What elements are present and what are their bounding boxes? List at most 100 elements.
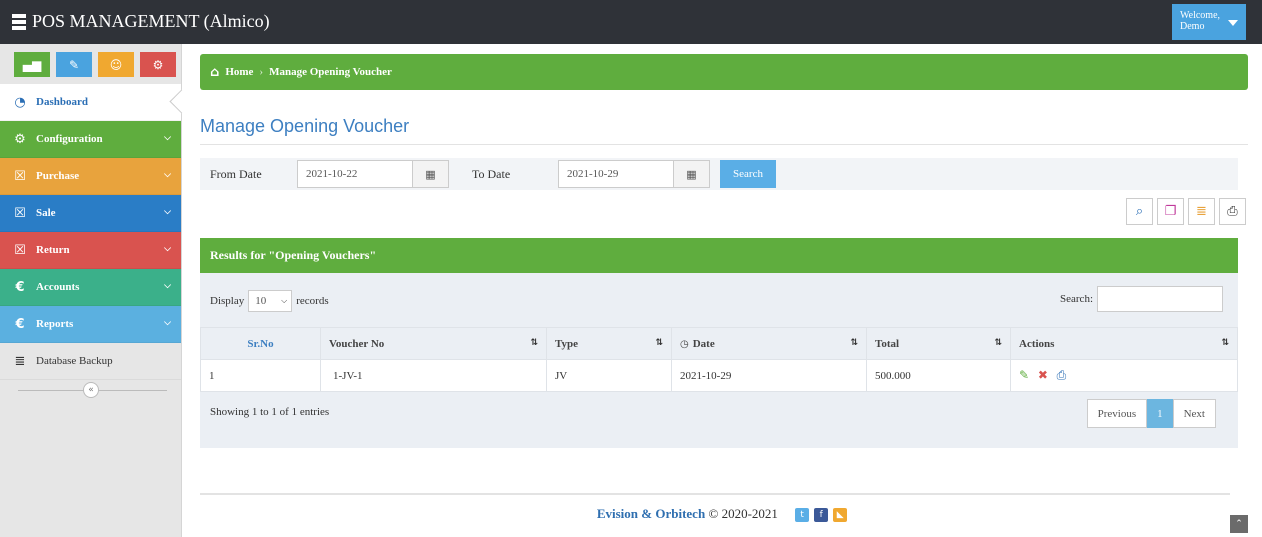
sidebar-item-label: Purchase xyxy=(36,170,80,182)
clock-icon: ◷ xyxy=(680,338,689,350)
print-icon[interactable]: ⎙ xyxy=(1057,368,1067,382)
column-header-actions[interactable]: Actions ⇅ xyxy=(1010,327,1238,360)
column-header-type[interactable]: Type ⇅ xyxy=(546,327,672,360)
page-size-select[interactable]: 10 ⌵ xyxy=(248,290,293,312)
collapse-sidebar-button[interactable]: « xyxy=(83,382,99,398)
chevron-down-icon: ⌵ xyxy=(164,170,171,180)
to-date-label: To Date xyxy=(472,166,511,181)
page-title: Manage Opening Voucher xyxy=(200,116,410,136)
page-1-button[interactable]: 1 xyxy=(1147,399,1173,428)
sidebar-item-sale[interactable]: ☒ Sale ⌵ xyxy=(0,195,181,232)
cart-icon: ☒ xyxy=(14,205,26,221)
divider xyxy=(200,144,1248,145)
to-date-field[interactable]: 2021-10-29 ▦ xyxy=(558,160,710,188)
column-header-date[interactable]: ◷ Date ⇅ xyxy=(671,327,867,360)
calendar-icon[interactable]: ▦ xyxy=(412,161,448,187)
calendar-icon[interactable]: ▦ xyxy=(673,161,709,187)
cell-voucher-no: 1-JV-1 xyxy=(320,359,547,392)
home-icon: ⌂ xyxy=(210,64,220,80)
top-navbar: POS MANAGEMENT (Almico) Welcome, Demo xyxy=(0,0,1262,44)
stats-shortcut-button[interactable]: ▄▆ xyxy=(14,52,50,77)
page-size-value: 10 xyxy=(255,295,267,307)
scroll-to-top-button[interactable]: ⌃ xyxy=(1230,515,1248,533)
database-icon[interactable]: ≣ xyxy=(1188,198,1215,225)
sidebar-item-database-backup[interactable]: ≣ Database Backup xyxy=(0,343,181,380)
table-header-row: Sr.No Voucher No ⇅ Type ⇅ ◷ Date ⇅ Total ⇅ Ac… xyxy=(200,327,1238,360)
sidebar-item-reports[interactable]: € Reports ⌵ xyxy=(0,306,181,343)
edit-shortcut-button[interactable]: ✎ xyxy=(56,52,92,77)
from-date-field[interactable]: 2021-10-22 ▦ xyxy=(297,160,449,188)
shortcut-buttons: ▄▆ ✎ ☺ ⚙ xyxy=(0,44,181,84)
chevron-down-icon: ⌵ xyxy=(164,207,171,217)
chevron-down-icon: ⌵ xyxy=(164,133,171,143)
footer-brand[interactable]: Evision & Orbitech xyxy=(597,506,705,521)
bar-chart-icon: ▄▆ xyxy=(22,57,42,72)
search-button[interactable]: Search xyxy=(720,160,776,188)
footer: Evision & Orbitech © 2020-2021 t f ◣ xyxy=(182,506,1262,523)
next-page-button[interactable]: Next xyxy=(1172,399,1216,428)
divider xyxy=(200,493,1230,495)
edit-icon[interactable]: ✎ xyxy=(1019,368,1029,382)
chevron-down-icon: ⌵ xyxy=(164,318,171,328)
records-label: records xyxy=(296,295,329,307)
breadcrumb-current: Manage Opening Voucher xyxy=(269,66,392,78)
results-panel: Results for "Opening Vouchers" Display 1… xyxy=(200,238,1238,448)
twitter-icon[interactable]: t xyxy=(795,508,810,523)
vouchers-table: Sr.No Voucher No ⇅ Type ⇅ ◷ Date ⇅ Total ⇅ Ac… xyxy=(200,327,1238,392)
rss-icon[interactable]: ◣ xyxy=(833,508,848,523)
sidebar-item-accounts[interactable]: € Accounts ⌵ xyxy=(0,269,181,306)
sidebar-item-label: Configuration xyxy=(36,133,103,145)
sidebar: ▄▆ ✎ ☺ ⚙ ◔ Dashboard ⚙ Configuration ⌵ ☒… xyxy=(0,44,182,537)
sidebar-item-dashboard[interactable]: ◔ Dashboard xyxy=(0,84,181,121)
footer-copyright: © 2020-2021 xyxy=(708,506,778,521)
column-header-voucher-no[interactable]: Voucher No ⇅ xyxy=(320,327,547,360)
search-label: Search: xyxy=(1060,293,1093,305)
app-title: POS MANAGEMENT (Almico) xyxy=(32,11,270,31)
settings-shortcut-button[interactable]: ⚙ xyxy=(140,52,176,77)
copy-icon[interactable]: ❐ xyxy=(1157,198,1184,225)
user-menu-button[interactable]: Welcome, Demo xyxy=(1172,4,1246,40)
from-date-value: 2021-10-22 xyxy=(306,168,358,180)
date-filter-bar: From Date 2021-10-22 ▦ To Date 2021-10-2… xyxy=(200,158,1238,190)
sort-icon: ⇅ xyxy=(530,338,538,348)
delete-icon[interactable]: ✖ xyxy=(1038,368,1048,382)
sidebar-item-return[interactable]: ☒ Return ⌵ xyxy=(0,232,181,269)
column-header-srno[interactable]: Sr.No xyxy=(200,327,321,360)
breadcrumb: ⌂ Home › Manage Opening Voucher xyxy=(200,54,1248,90)
users-shortcut-button[interactable]: ☺ xyxy=(98,52,134,77)
cell-srno: 1 xyxy=(200,359,321,392)
from-date-label: From Date xyxy=(210,166,262,181)
sort-icon: ⇅ xyxy=(994,338,1002,348)
sidebar-item-configuration[interactable]: ⚙ Configuration ⌵ xyxy=(0,121,181,158)
sort-icon: ⇅ xyxy=(1221,338,1229,348)
cart-icon: ☒ xyxy=(14,168,26,184)
display-label: Display xyxy=(210,295,245,307)
sidebar-item-purchase[interactable]: ☒ Purchase ⌵ xyxy=(0,158,181,195)
print-icon[interactable]: ⎙ xyxy=(1219,198,1246,225)
results-heading: Results for "Opening Vouchers" xyxy=(200,238,1238,273)
cogs-icon: ⚙ xyxy=(14,131,26,147)
sidebar-item-label: Return xyxy=(36,244,70,256)
social-links: t f ◣ xyxy=(795,508,848,523)
app-brand[interactable]: POS MANAGEMENT (Almico) xyxy=(12,11,270,32)
sidebar-item-label: Sale xyxy=(36,207,56,219)
column-header-total[interactable]: Total ⇅ xyxy=(866,327,1011,360)
search-icon[interactable]: ⌕ xyxy=(1126,198,1153,225)
facebook-icon[interactable]: f xyxy=(814,508,829,523)
chevron-down-icon: ⌵ xyxy=(164,281,171,291)
euro-icon: € xyxy=(15,279,25,295)
breadcrumb-home-link[interactable]: Home xyxy=(225,66,253,78)
cell-type: JV xyxy=(546,359,672,392)
sidebar-item-label: Accounts xyxy=(36,281,80,293)
cell-total: 500.000 xyxy=(866,359,1011,392)
pagination: Previous 1 Next xyxy=(1086,399,1216,428)
chevron-down-icon: ⌵ xyxy=(164,244,171,254)
users-icon: ☺ xyxy=(109,57,123,72)
caret-down-icon xyxy=(1228,20,1238,26)
sidebar-item-label: Dashboard xyxy=(36,96,88,108)
search-input[interactable] xyxy=(1097,286,1223,312)
cell-date: 2021-10-29 xyxy=(671,359,867,392)
breadcrumb-separator: › xyxy=(259,66,264,78)
database-icon: ≣ xyxy=(14,353,26,369)
previous-page-button[interactable]: Previous xyxy=(1086,399,1148,428)
